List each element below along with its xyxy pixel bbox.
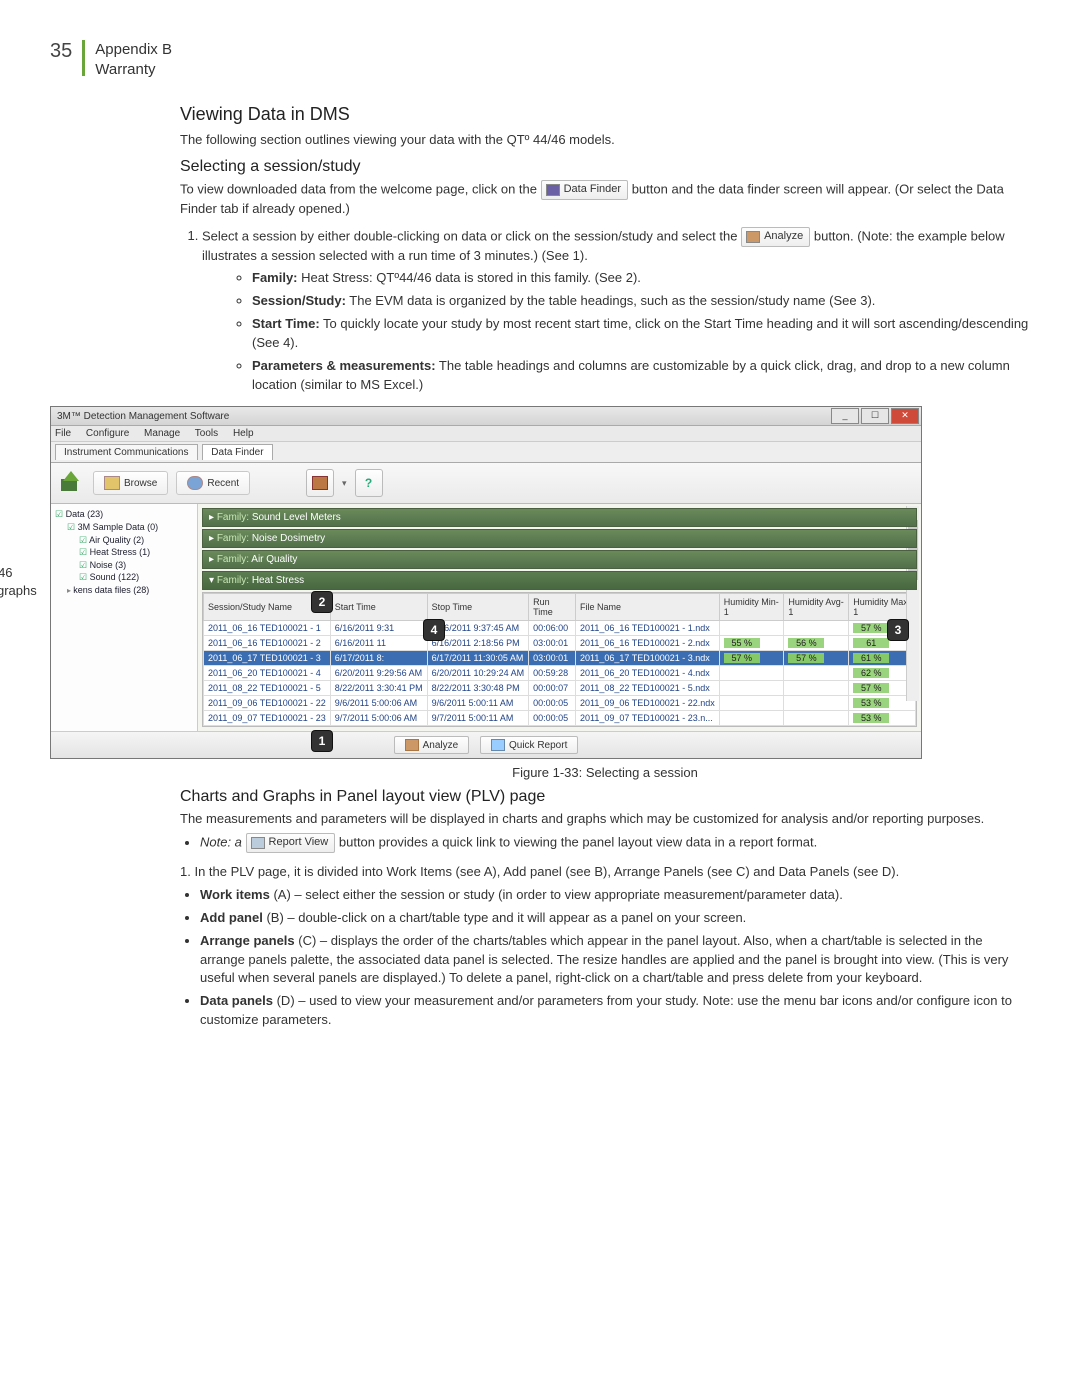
window-minimize-button[interactable]: _: [831, 408, 859, 424]
page-number: 35: [50, 40, 72, 63]
callout-3: 3: [887, 619, 909, 641]
footer-bar: Analyze Quick Report: [51, 731, 921, 758]
tree-noise[interactable]: Noise (3): [55, 559, 195, 572]
note-report-view: Note: a Report View button provides a qu…: [200, 833, 1030, 853]
home-icon[interactable]: [57, 471, 85, 495]
tab-strip: Instrument Communications Data Finder: [51, 442, 921, 463]
step1-a: Select a session by either double-clicki…: [202, 228, 741, 243]
table-row[interactable]: 2011_06_20 TED100021 - 46/20/2011 9:29:5…: [204, 666, 916, 681]
step-1: Select a session by either double-clicki…: [202, 227, 1030, 395]
menu-manage[interactable]: Manage: [144, 428, 180, 439]
folder-icon: [104, 476, 120, 490]
step1-bullets: Family: Heat Stress: QTº44/46 data is st…: [232, 269, 1030, 394]
p1a: To view downloaded data from the welcome…: [180, 181, 541, 196]
window-title: 3M™ Detection Management Software: [53, 411, 229, 422]
app-window: 3M™ Detection Management Software _ ☐ ✕ …: [50, 406, 922, 759]
plv-bullets: Work items (A) – select either the sessi…: [180, 886, 1030, 1030]
table-row[interactable]: 2011_06_17 TED100021 - 36/17/2011 8:6/17…: [204, 651, 916, 666]
note-pre: Note: a: [200, 835, 246, 850]
table-row[interactable]: 2011_09_06 TED100021 - 229/6/2011 5:00:0…: [204, 696, 916, 711]
header-line2: Warranty: [95, 60, 172, 80]
tree-sample[interactable]: 3M Sample Data (0): [55, 521, 195, 534]
side-annotation: Double-click to select/view QTº44/46 dat…: [0, 546, 40, 599]
col-havg[interactable]: Humidity Avg-1: [784, 594, 849, 621]
recent-icon: [187, 476, 203, 490]
figure-1-33: Double-click to select/view QTº44/46 dat…: [0, 406, 1030, 759]
table-row[interactable]: 2011_06_16 TED100021 - 16/16/2011 9:316/…: [204, 621, 916, 636]
window-restore-button[interactable]: ☐: [861, 408, 889, 424]
col-stop-time[interactable]: Stop Time: [427, 594, 528, 621]
bullet-work-items: Work items (A) – select either the sessi…: [200, 886, 1030, 905]
para-datafinder: To view downloaded data from the welcome…: [180, 180, 1030, 219]
report-view-button[interactable]: Report View: [246, 833, 336, 853]
family-heat-stress[interactable]: ▾ Family: Heat Stress: [202, 571, 917, 590]
col-hmin[interactable]: Humidity Min-1: [719, 594, 784, 621]
report-icon: [491, 739, 505, 751]
plv-1: 1. In the PLV page, it is divided into W…: [180, 863, 1030, 882]
menu-bar: File Configure Manage Tools Help: [51, 426, 921, 442]
family-air-quality[interactable]: ▸ Family: Air Quality: [202, 550, 917, 569]
heading-selecting: Selecting a session/study: [180, 158, 1030, 176]
table-row[interactable]: 2011_09_07 TED100021 - 239/7/2011 5:00:0…: [204, 711, 916, 726]
plv-intro: The measurements and parameters will be …: [180, 810, 1030, 829]
calendar-button[interactable]: [306, 469, 334, 497]
titlebar: 3M™ Detection Management Software _ ☐ ✕: [51, 407, 921, 426]
tree-air[interactable]: Air Quality (2): [55, 534, 195, 547]
tree-view[interactable]: Data (23) 3M Sample Data (0) Air Quality…: [51, 504, 198, 731]
table-row[interactable]: 2011_06_16 TED100021 - 26/16/2011 116/16…: [204, 636, 916, 651]
bullet-start: Start Time: To quickly locate your study…: [252, 315, 1030, 353]
families-pane: ▸ Family: Sound Level Meters ▸ Family: N…: [198, 504, 921, 731]
window-controls: _ ☐ ✕: [831, 408, 919, 424]
analyze-button-inline[interactable]: Analyze: [741, 227, 810, 247]
figure-caption: Figure 1-33: Selecting a session: [180, 765, 1030, 780]
toolbar: Browse Recent ▾: [51, 463, 921, 504]
intro-text: The following section outlines viewing y…: [180, 131, 1030, 150]
bullet-arrange-panels: Arrange panels (C) – displays the order …: [200, 932, 1030, 989]
heading-plv: Charts and Graphs in Panel layout view (…: [180, 788, 1030, 806]
tree-kens[interactable]: kens data files (28): [55, 584, 195, 597]
browse-button[interactable]: Browse: [93, 471, 168, 495]
menu-tools[interactable]: Tools: [195, 428, 218, 439]
help-button[interactable]: [355, 469, 383, 497]
header-rule: [82, 40, 85, 76]
bullet-family: Family: Heat Stress: QTº44/46 data is st…: [252, 269, 1030, 288]
note-list: Note: a Report View button provides a qu…: [180, 833, 1030, 853]
tab-instrument-comm[interactable]: Instrument Communications: [55, 444, 198, 460]
sessions-table: Session/Study Name Start Time Stop Time …: [202, 592, 917, 727]
tree-data[interactable]: Data (23): [55, 508, 195, 521]
family-slm[interactable]: ▸ Family: Sound Level Meters: [202, 508, 917, 527]
recent-button[interactable]: Recent: [176, 471, 250, 495]
callout-1: 1: [311, 730, 333, 752]
callout-2: 2: [311, 591, 333, 613]
page-header: 35 Appendix B Warranty: [50, 40, 1030, 79]
tab-data-finder[interactable]: Data Finder: [202, 444, 272, 460]
bullet-params: Parameters & measurements: The table hea…: [252, 357, 1030, 395]
header-titles: Appendix B Warranty: [95, 40, 172, 79]
steps-list: Select a session by either double-clicki…: [180, 227, 1030, 395]
tree-sound[interactable]: Sound (122): [55, 571, 195, 584]
bullet-add-panel: Add panel (B) – double-click on a chart/…: [200, 909, 1030, 928]
tree-heat[interactable]: Heat Stress (1): [55, 546, 195, 559]
col-file-name[interactable]: File Name: [575, 594, 719, 621]
menu-configure[interactable]: Configure: [86, 428, 129, 439]
bullet-session: Session/Study: The EVM data is organized…: [252, 292, 1030, 311]
analyze-button[interactable]: Analyze: [394, 736, 470, 754]
data-finder-button[interactable]: Data Finder: [541, 180, 628, 200]
bullet-data-panels: Data panels (D) – used to view your meas…: [200, 992, 1030, 1030]
table-row[interactable]: 2011_08_22 TED100021 - 58/22/2011 3:30:4…: [204, 681, 916, 696]
menu-help[interactable]: Help: [233, 428, 254, 439]
heading-viewing: Viewing Data in DMS: [180, 104, 1030, 125]
callout-4: 4: [423, 619, 445, 641]
quick-report-button[interactable]: Quick Report: [480, 736, 578, 754]
menu-file[interactable]: File: [55, 428, 71, 439]
split-pane: Data (23) 3M Sample Data (0) Air Quality…: [51, 504, 921, 731]
note-post: button provides a quick link to viewing …: [339, 835, 817, 850]
col-start-time[interactable]: Start Time: [330, 594, 427, 621]
family-dosimetry[interactable]: ▸ Family: Noise Dosimetry: [202, 529, 917, 548]
window-close-button[interactable]: ✕: [891, 408, 919, 424]
chart-icon: [405, 739, 419, 751]
col-run-time[interactable]: Run Time: [529, 594, 576, 621]
header-line1: Appendix B: [95, 40, 172, 60]
